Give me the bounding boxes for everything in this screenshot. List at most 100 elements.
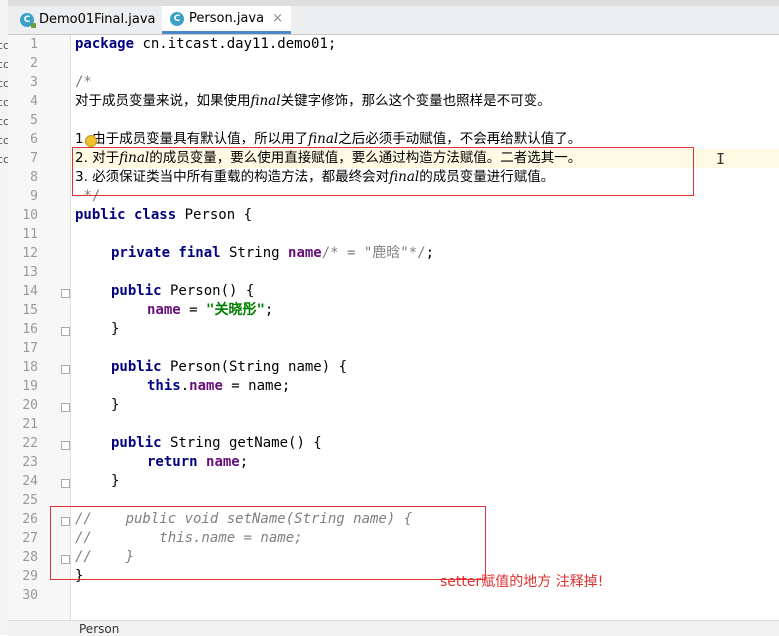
line-number: 18 — [22, 360, 38, 375]
operator: = — [180, 302, 207, 318]
package-name: cn.itcast.day11.demo01; — [134, 36, 337, 52]
line-number: 15 — [22, 303, 38, 318]
semicolon: ; — [425, 245, 435, 261]
keyword: public — [111, 435, 162, 451]
line-number: 14 — [22, 284, 38, 299]
tab-label: Demo01Final.java — [39, 12, 156, 27]
line-number: 5 — [30, 113, 38, 128]
closing-brace: } — [111, 397, 120, 413]
code-line-10: public class Person { — [75, 206, 252, 225]
semicolon: ; — [264, 302, 274, 318]
line-number: 22 — [22, 436, 38, 451]
keyword: public — [111, 283, 162, 299]
field-name: name — [189, 378, 223, 394]
fold-marker-icon[interactable] — [61, 441, 70, 450]
project-tree-fragment: cc — [0, 77, 9, 90]
line-number: 21 — [22, 417, 38, 432]
comment-line-4: 对于成员变量来说，如果使用final关键字修饰，那么这个变量也照样是不可变。 — [75, 92, 551, 111]
line-number: 29 — [22, 569, 38, 584]
keyword: this — [147, 378, 181, 394]
line-number: 25 — [22, 493, 38, 508]
setter-annotation: setter赋值的地方 注释掉! — [440, 574, 604, 590]
fold-marker-icon[interactable] — [61, 365, 70, 374]
assignment: = name; — [222, 378, 291, 394]
line-number: 6 — [30, 132, 38, 147]
tab-demo01final[interactable]: C Demo01Final.java × — [12, 6, 182, 33]
line-number: 7 — [30, 151, 38, 166]
constructor-signature: Person() { — [161, 283, 255, 299]
closing-brace: } — [111, 473, 120, 489]
inline-comment: /* = "鹿晗"*/ — [321, 245, 426, 261]
field-name: name — [147, 302, 181, 318]
line-number: 12 — [22, 246, 38, 261]
keyword: return — [147, 454, 198, 470]
breadcrumb-class[interactable]: Person — [79, 622, 119, 636]
comment-text: 关键字修饰，那么这个变量也照样是不可变。 — [280, 93, 551, 109]
keyword: public class — [75, 207, 177, 223]
type-name: String — [220, 245, 289, 261]
line-number: 13 — [22, 265, 38, 280]
line-number: 30 — [22, 588, 38, 603]
line-number: 2 — [30, 56, 38, 71]
line-number: 4 — [30, 94, 38, 109]
fold-marker-icon[interactable] — [61, 289, 70, 298]
project-tree-fragment: cc — [0, 153, 9, 166]
comment-keyword: final — [308, 131, 339, 147]
project-tree-fragment: cc — [0, 58, 9, 71]
code-line-23: return name; — [147, 453, 248, 472]
keyword: package — [75, 36, 135, 52]
comment-text: 对于成员变量来说，如果使用 — [75, 93, 251, 109]
code-line-18: public Person(String name) { — [111, 358, 347, 377]
code-line-19: this.name = name; — [147, 377, 290, 396]
line-number: 26 — [22, 512, 38, 527]
tab-label: Person.java — [189, 11, 265, 26]
operator: . — [180, 378, 190, 394]
semicolon: ; — [239, 454, 249, 470]
code-line-22: public String getName() { — [111, 434, 322, 453]
tab-person[interactable]: C Person.java × — [162, 6, 291, 34]
comment-text: 之后必须手动赋值，不会再给默认值了。 — [338, 131, 582, 147]
constructor-signature: Person(String name) { — [161, 359, 348, 375]
line-number: 27 — [22, 531, 38, 546]
close-icon[interactable]: × — [272, 11, 283, 26]
line-number: 1 — [30, 37, 38, 52]
highlight-box-rules — [72, 147, 694, 196]
code-line-15: name = "关晓彤"; — [147, 301, 273, 320]
fold-marker-icon[interactable] — [61, 403, 70, 412]
line-number: 9 — [30, 189, 38, 204]
line-number: 24 — [22, 474, 38, 489]
class-name: Person { — [176, 207, 253, 223]
code-line-1: package cn.itcast.day11.demo01; — [75, 35, 336, 54]
method-signature: String getName() { — [161, 435, 322, 451]
text-cursor-icon: I — [716, 150, 726, 168]
line-number: 8 — [30, 170, 38, 185]
line-number: 28 — [22, 550, 38, 565]
java-class-icon: C — [20, 12, 36, 28]
line-number: 16 — [22, 322, 38, 337]
field-name: name — [206, 454, 240, 470]
keyword: private final — [111, 245, 221, 261]
line-number: 17 — [22, 341, 38, 356]
project-tree-fragment: cc — [0, 96, 9, 109]
fold-marker-icon[interactable] — [61, 327, 70, 336]
java-class-icon: C — [170, 11, 184, 26]
code-line-12: private final String name/* = "鹿晗"*/; — [111, 244, 434, 263]
comment-text: 1. 由于成员变量具有默认值，所以用了 — [75, 131, 309, 147]
keyword: public — [111, 359, 162, 375]
fold-marker-icon[interactable] — [61, 479, 70, 488]
highlight-box-setter — [50, 506, 486, 580]
project-tree-fragment: cc — [0, 39, 9, 52]
line-number: 3 — [30, 75, 38, 90]
line-number: 11 — [22, 227, 38, 242]
line-number: 20 — [22, 398, 38, 413]
project-tree-fragment: cc — [0, 115, 9, 128]
line-number: 23 — [22, 455, 38, 470]
breadcrumb-bar: Person — [8, 620, 779, 636]
lightbulb-icon[interactable] — [85, 135, 97, 147]
code-line-14: public Person() { — [111, 282, 254, 301]
field-name: name — [288, 245, 322, 261]
comment-open: /* — [75, 74, 92, 90]
line-number: 10 — [22, 208, 38, 223]
project-tree-fragment: cc — [0, 134, 9, 147]
